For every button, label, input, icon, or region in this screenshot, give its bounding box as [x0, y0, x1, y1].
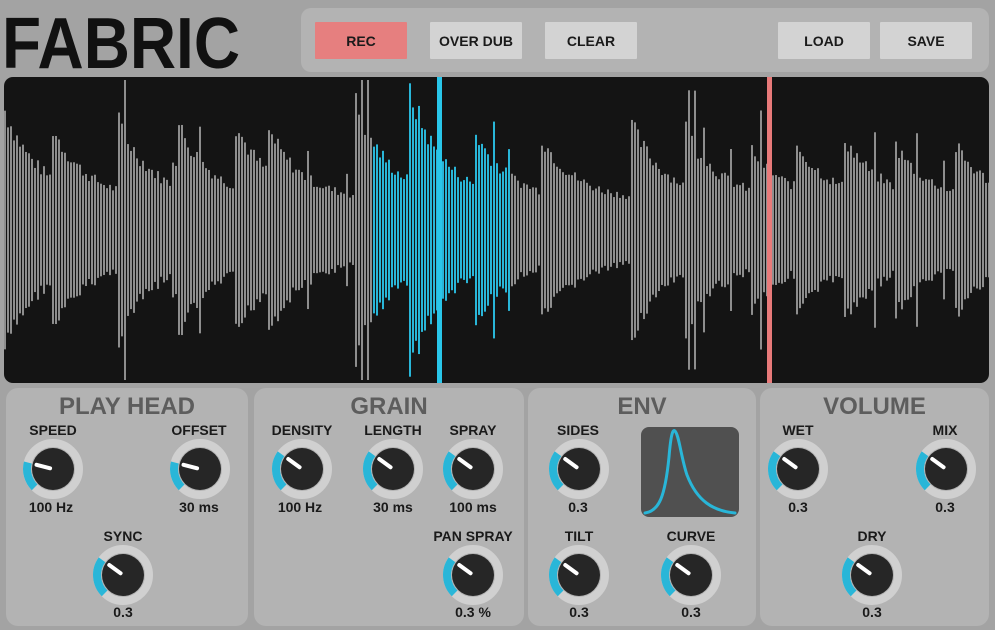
volume-title: VOLUME [823, 393, 926, 420]
length-knob[interactable] [362, 438, 424, 500]
offset-value: 30 ms [179, 499, 219, 515]
rec-button[interactable]: REC [315, 22, 407, 59]
wet-value: 0.3 [788, 499, 808, 515]
density-knob[interactable] [271, 438, 333, 500]
sync-label: SYNC [103, 528, 143, 544]
grain-title: GRAIN [350, 393, 428, 420]
sync-knob[interactable] [92, 544, 154, 606]
spray-label: SPRAY [449, 422, 497, 438]
speed-value: 100 Hz [28, 499, 74, 515]
sides-label: SIDES [556, 422, 599, 438]
wet-label: WET [782, 422, 814, 438]
density-value: 100 Hz [277, 499, 323, 515]
toolbar: REC OVER DUB CLEAR LOAD SAVE [301, 8, 989, 72]
env-title: ENV [617, 393, 667, 420]
playhead-title: PLAY HEAD [58, 393, 196, 420]
tilt-knob[interactable] [548, 544, 610, 606]
save-button[interactable]: SAVE [880, 22, 972, 59]
curve-label: CURVE [666, 528, 716, 544]
clear-button[interactable]: CLEAR [545, 22, 637, 59]
app-title: FABRIC [2, 10, 240, 74]
tilt-value: 0.3 [569, 604, 589, 620]
spray-knob[interactable] [442, 438, 504, 500]
dry-value: 0.3 [862, 604, 882, 620]
speed-knob[interactable] [22, 438, 84, 500]
dry-knob[interactable] [841, 544, 903, 606]
mix-label: MIX [932, 422, 958, 438]
fabric-logo: FABRIC [2, 10, 240, 74]
envelope-display [641, 427, 739, 517]
envelope-curve [643, 429, 737, 515]
mix-value: 0.3 [935, 499, 955, 515]
sides-value: 0.3 [568, 499, 588, 515]
mix-knob[interactable] [915, 438, 977, 500]
waveform-display[interactable] [4, 77, 989, 383]
speed-label: SPEED [29, 422, 77, 438]
offset-knob[interactable] [169, 438, 231, 500]
curve-knob[interactable] [660, 544, 722, 606]
panspray-value: 0.3 % [455, 604, 491, 620]
tilt-label: TILT [564, 528, 594, 544]
sync-value: 0.3 [113, 604, 133, 620]
density-label: DENSITY [271, 422, 333, 438]
load-button[interactable]: LOAD [778, 22, 870, 59]
wet-knob[interactable] [767, 438, 829, 500]
spray-value: 100 ms [449, 499, 497, 515]
panspray-knob[interactable] [442, 544, 504, 606]
overdub-button[interactable]: OVER DUB [430, 22, 522, 59]
sides-knob[interactable] [548, 438, 610, 500]
curve-value: 0.3 [681, 604, 701, 620]
panspray-label: PAN SPRAY [433, 528, 513, 544]
dry-label: DRY [857, 528, 887, 544]
offset-label: OFFSET [171, 422, 227, 438]
waveform [4, 80, 989, 380]
